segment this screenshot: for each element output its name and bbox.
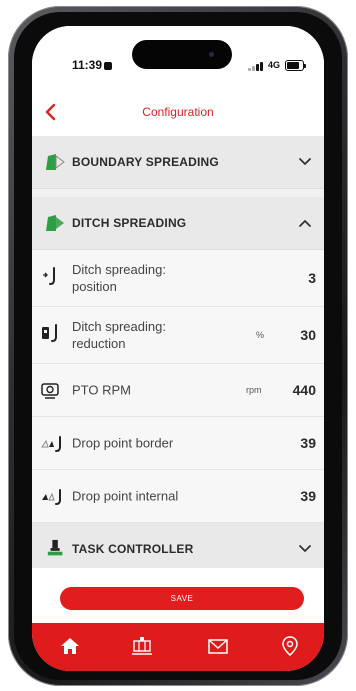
row-label: PTO RPM <box>72 382 131 398</box>
focus-badge-icon <box>104 62 113 70</box>
row-value: 39 <box>300 435 316 451</box>
row-value: 440 <box>292 382 316 398</box>
section-boundary-spreading[interactable]: BOUNDARY SPREADING <box>32 136 324 189</box>
ditch-position-icon <box>43 267 55 285</box>
camera-dot <box>209 52 214 57</box>
status-time: 11:39 <box>72 58 113 72</box>
row-ditch-reduction[interactable]: Ditch spreading: reduction % 30 <box>32 307 324 364</box>
section-label: DITCH SPREADING <box>72 216 187 230</box>
ditch-reduction-icon <box>42 324 57 342</box>
app-screen: 11:39 4G Configuration BOUNDARY SPREADIN… <box>32 26 324 671</box>
machine-icon[interactable] <box>130 635 154 657</box>
row-ditch-position[interactable]: Ditch spreading: position 3 <box>32 250 324 307</box>
row-drop-point-internal[interactable]: Drop point internal 39 <box>32 470 324 523</box>
row-value: 39 <box>300 488 316 504</box>
dynamic-island <box>132 40 232 69</box>
section-label: TASK CONTROLLER <box>72 542 194 556</box>
status-bar: 11:39 4G <box>32 26 324 90</box>
row-label: Drop point border <box>72 435 174 451</box>
chevron-up-icon[interactable] <box>298 217 312 229</box>
row-label: Ditch spreading: position <box>72 262 166 294</box>
row-unit: % <box>256 330 265 340</box>
drop-point-border-icon <box>41 436 61 452</box>
signal-icon <box>248 61 264 71</box>
chevron-down-icon[interactable] <box>298 543 312 555</box>
drop-point-internal-icon <box>42 489 61 505</box>
network-label: 4G <box>268 60 281 70</box>
section-ditch-spreading[interactable]: DITCH SPREADING <box>32 197 324 250</box>
row-label: Ditch spreading: reduction <box>72 319 166 351</box>
task-controller-icon <box>47 539 63 556</box>
spreader-boundary-icon <box>46 154 65 170</box>
config-list: BOUNDARY SPREADING DITCH SPREADING Ditch… <box>32 128 324 576</box>
home-icon[interactable] <box>58 635 82 657</box>
location-pin-icon[interactable] <box>278 635 302 657</box>
section-label: BOUNDARY SPREADING <box>72 155 219 169</box>
row-label: Drop point internal <box>72 488 179 504</box>
mail-icon[interactable] <box>206 635 230 657</box>
row-unit: rpm <box>246 385 262 395</box>
spreader-ditch-icon <box>46 215 64 231</box>
page-title: Configuration <box>142 105 214 119</box>
row-drop-point-border[interactable]: Drop point border 39 <box>32 417 324 470</box>
row-pto-rpm[interactable]: PTO RPM rpm 440 <box>32 364 324 417</box>
pto-icon <box>41 383 59 399</box>
save-button[interactable]: SAVE <box>60 587 304 610</box>
save-area: SAVE <box>32 568 324 623</box>
row-value: 3 <box>308 270 316 286</box>
bottom-tab-bar <box>32 623 324 671</box>
row-value: 30 <box>300 327 316 343</box>
battery-icon <box>285 60 306 71</box>
chevron-down-icon[interactable] <box>298 156 312 168</box>
